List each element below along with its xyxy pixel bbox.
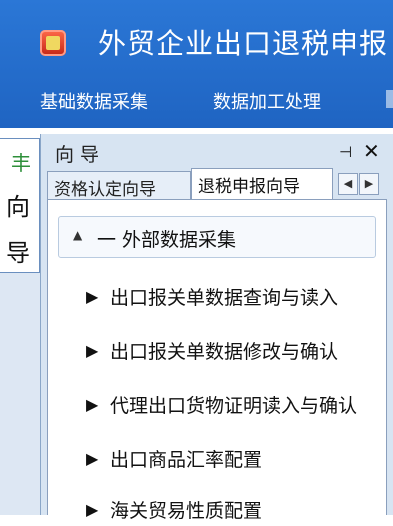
app-logo-icon (40, 30, 66, 56)
tab-scroll-right-icon[interactable]: ▶ (359, 173, 379, 195)
list-item-label: 出口商品汇率配置 (110, 449, 263, 471)
menu-basic-data-collection[interactable]: 基础数据采集 (40, 88, 148, 114)
list-item-label: 代理出口货物证明读入与确认 (110, 395, 358, 417)
close-icon[interactable]: ✕ (363, 139, 380, 163)
pin-icon[interactable]: ⊣ (339, 143, 352, 161)
play-arrow-icon: ▶ (86, 449, 99, 468)
dock-tab-char: 向 (6, 193, 30, 221)
menu-overflow-edge (386, 90, 393, 108)
guide-panel: 向 导 ⊣ ✕ 资格认定向导 退税申报向导 ◀ ▶ ▲ 一 外部数据采集 ▶ 出… (40, 134, 393, 522)
dock-tab-char: 导 (6, 239, 30, 267)
list-item-label: 出口报关单数据查询与读入 (110, 287, 339, 309)
play-arrow-icon: ▶ (86, 500, 99, 519)
list-item-label: 出口报关单数据修改与确认 (110, 341, 339, 363)
collapse-caret-icon: ▲ (73, 228, 83, 242)
left-dock-strip (0, 273, 40, 515)
guide-content: ▲ 一 外部数据采集 ▶ 出口报关单数据查询与读入 ▶ 出口报关单数据修改与确认… (47, 199, 387, 522)
tree-icon: 丰 (11, 151, 31, 175)
app-header: 外贸企业出口退税申报 基础数据采集 数据加工处理 (0, 0, 393, 128)
tab-scroll-left-icon[interactable]: ◀ (338, 173, 358, 195)
menu-data-processing[interactable]: 数据加工处理 (213, 88, 321, 114)
app-title: 外贸企业出口退税申报 (98, 27, 389, 60)
tab-tax-refund-guide[interactable]: 退税申报向导 (191, 168, 333, 199)
list-item-label: 海关贸易性质配置 (110, 500, 263, 522)
section-label: 一 外部数据采集 (97, 229, 237, 251)
play-arrow-icon: ▶ (86, 287, 99, 306)
tab-qualification-guide[interactable]: 资格认定向导 (47, 171, 191, 200)
left-guide-dock-tab[interactable]: 丰 向 导 (0, 138, 40, 273)
play-arrow-icon: ▶ (86, 341, 99, 360)
section-external-data-collection[interactable]: ▲ 一 外部数据采集 (58, 216, 376, 258)
panel-title: 向 导 (55, 144, 100, 166)
play-arrow-icon: ▶ (86, 395, 99, 414)
